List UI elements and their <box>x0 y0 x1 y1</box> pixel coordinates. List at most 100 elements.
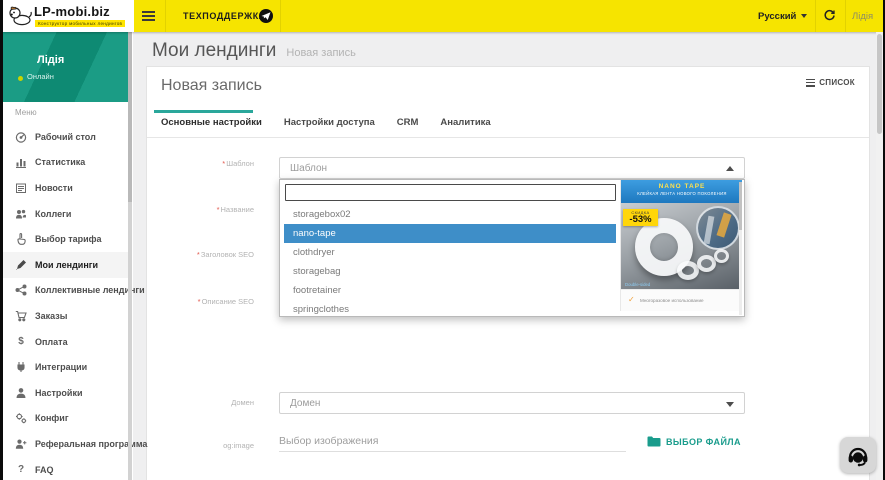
sidebar-item-faq[interactable]: ? FAQ <box>3 457 128 480</box>
tape-ring-graphic <box>697 255 716 272</box>
sidebar-item-orders[interactable]: Заказы <box>3 303 128 329</box>
sidebar-item-payment[interactable]: $ Оплата <box>3 329 128 355</box>
sidebar-item-referral[interactable]: Реферальная программа <box>3 431 147 457</box>
list-icon <box>806 78 816 87</box>
sidebar-item-integrations[interactable]: Интеграции <box>3 354 128 380</box>
tab-access-settings[interactable]: Настройки доступа <box>284 117 375 128</box>
domain-select[interactable]: Домен <box>279 392 745 414</box>
question-icon: ? <box>17 464 25 476</box>
sidebar-item-label: Рабочий стол <box>35 131 96 142</box>
list-button[interactable]: СПИСОК <box>806 78 855 87</box>
tab-divider <box>147 137 869 138</box>
hand-icon <box>15 233 27 246</box>
sidebar-item-tariff[interactable]: Выбор тарифа <box>3 226 128 252</box>
hamburger-menu-icon[interactable] <box>142 11 155 21</box>
sidebar-item-label: Выбор тарифа <box>35 234 102 245</box>
refresh-icon[interactable] <box>823 9 836 27</box>
sidebar-item-label: Интеграции <box>35 362 88 373</box>
sidebar-item-label: Конфиг <box>35 413 69 424</box>
cart-icon <box>15 310 27 322</box>
template-label: *Шаблон <box>222 159 254 168</box>
tab-crm[interactable]: CRM <box>397 117 419 128</box>
name-label: *Название <box>216 205 254 214</box>
telegram-icon[interactable] <box>259 9 273 23</box>
preview-inset-circle <box>696 206 740 250</box>
sidebar-item-label: Заказы <box>35 310 68 321</box>
preview-watermark: Double-sided <box>625 282 651 287</box>
plug-icon <box>15 361 27 373</box>
main-content: Мои лендинги Новая запись Новая запись С… <box>133 32 883 480</box>
preview-subtitle: КЛЕЙКАЯ ЛЕНТА НОВОГО ПОКОЛЕНИЯ <box>637 191 727 196</box>
sidebar-item-colleagues[interactable]: Коллеги <box>3 201 128 227</box>
preview-title: NANO TAPE <box>658 183 706 190</box>
sidebar-item-label: Статистика <box>35 157 86 168</box>
file-select-button[interactable]: ВЫБОР ФАЙЛА <box>647 436 741 447</box>
sidebar-item-statistics[interactable]: Статистика <box>3 150 128 176</box>
headset-icon <box>848 447 868 467</box>
tab-analytics[interactable]: Аналитика <box>440 117 490 128</box>
sidebar-item-label: Оплата <box>35 336 68 347</box>
active-tab-indicator <box>154 110 253 113</box>
sidebar-item-config[interactable]: Конфиг <box>3 406 128 432</box>
dropdown-option[interactable]: storagebag <box>284 262 616 281</box>
og-image-label: og:image <box>223 441 254 450</box>
folder-icon <box>647 436 661 447</box>
tab-bar: Основные настройки Настройки доступа CRM… <box>161 117 491 128</box>
tab-main-settings[interactable]: Основные настройки <box>161 117 262 128</box>
dropdown-option[interactable]: storagebox02 <box>284 205 616 224</box>
check-icon: ✓ <box>628 295 635 304</box>
user-plus-icon <box>15 438 27 450</box>
sidebar-item-collective-landings[interactable]: Коллективные лендинги <box>3 278 145 304</box>
topbar-username[interactable]: Лідія <box>852 11 873 22</box>
sidebar-item-dashboard[interactable]: Рабочий стол <box>3 124 128 150</box>
support-chat-button[interactable] <box>840 437 876 473</box>
dashboard-icon <box>15 131 27 143</box>
dropdown-option[interactable]: springclothes <box>284 300 616 319</box>
sidebar-user-panel: Лідія Онлайн <box>3 32 128 102</box>
sidebar-scrollbar[interactable] <box>128 32 132 480</box>
brand-tagline: Конструктор мобильных лендингов <box>35 20 126 27</box>
online-status-dot <box>18 76 23 81</box>
tech-support-link[interactable]: ТЕХПОДДЕРЖКА <box>183 11 266 21</box>
sidebar-item-settings[interactable]: Настройки <box>3 380 128 406</box>
chart-icon <box>15 156 27 169</box>
sidebar: Лідія Онлайн Меню Рабочий стол Статистик… <box>3 32 147 480</box>
users-icon <box>15 208 27 220</box>
dropdown-option-selected[interactable]: nano-tape <box>284 224 616 243</box>
sidebar-item-my-landings[interactable]: Мои лендинги <box>3 251 128 278</box>
template-preview-image[interactable]: NANO TAPE КЛЕЙКАЯ ЛЕНТА НОВОГО ПОКОЛЕНИЯ… <box>620 180 742 311</box>
chevron-down-icon <box>726 402 734 407</box>
og-image-field[interactable]: Выбор изображения <box>279 435 626 452</box>
dog-mascot-icon <box>9 6 32 26</box>
discount-badge: СКИДКА -53% <box>623 209 658 226</box>
domain-select-placeholder: Домен <box>290 398 321 409</box>
dropdown-option[interactable]: footretainer <box>284 281 616 300</box>
dropdown-option[interactable]: clothdryer <box>284 243 616 262</box>
dollar-icon: $ <box>18 336 24 348</box>
sidebar-item-label: Новости <box>35 182 73 193</box>
preview-footer: ✓ Многоразовое использование <box>621 289 742 311</box>
tape-ring-graphic <box>677 261 699 280</box>
record-card: Новая запись СПИСОК Основные настройки Н… <box>146 66 870 480</box>
topbar-divider <box>165 0 166 32</box>
preview-header: NANO TAPE КЛЕЙКАЯ ЛЕНТА НОВОГО ПОКОЛЕНИЯ <box>621 180 742 203</box>
dropdown-scrollbar[interactable] <box>739 182 742 315</box>
online-status-label: Онлайн <box>27 72 54 81</box>
list-button-label: СПИСОК <box>819 78 855 87</box>
template-search-input[interactable] <box>285 184 616 201</box>
brand-logo[interactable]: LP-mobi.biz Конструктор мобильных лендин… <box>3 0 134 32</box>
tape-ring-graphic <box>714 249 729 263</box>
sidebar-item-news[interactable]: Новости <box>3 175 128 201</box>
main-scrollbar[interactable] <box>876 32 883 480</box>
page-title: Мои лендинги <box>152 40 277 61</box>
sidebar-item-label: Настройки <box>35 387 83 398</box>
chevron-up-icon <box>726 166 734 171</box>
preview-feature-text: Многоразовое использование <box>640 298 704 303</box>
sidebar-item-label: FAQ <box>35 464 54 475</box>
template-dropdown: storagebox02 nano-tape clothdryer storag… <box>279 179 745 317</box>
page-header: Мои лендинги Новая запись <box>152 40 356 62</box>
template-select[interactable]: Шаблон <box>279 157 745 179</box>
seo-title-label: *Заголовок SEO <box>196 250 254 259</box>
chevron-down-icon <box>801 14 807 18</box>
language-selector[interactable]: Русский <box>758 11 796 22</box>
